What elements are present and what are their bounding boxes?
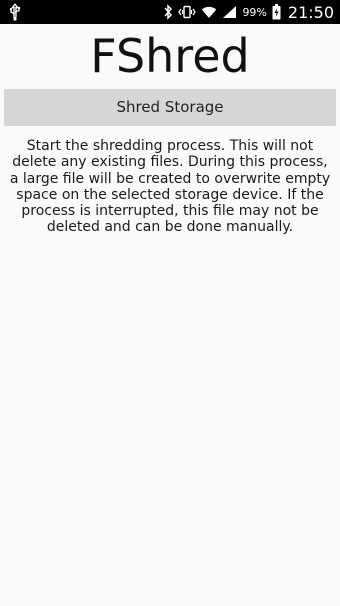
signal-icon [223,6,237,18]
app-title: FShred [90,29,250,83]
battery-icon [272,4,281,20]
battery-percent: 99% [242,5,267,19]
wifi-icon [202,6,217,18]
status-clock: 21:50 [287,2,334,22]
shred-storage-button[interactable]: Shred Storage [4,89,336,126]
vibrate-icon [178,5,197,19]
usb-icon [10,3,21,21]
bluetooth-icon [164,4,173,20]
status-bar: 99% 21:50 [0,0,340,24]
description-text: Start the shredding process. This will n… [9,138,331,236]
